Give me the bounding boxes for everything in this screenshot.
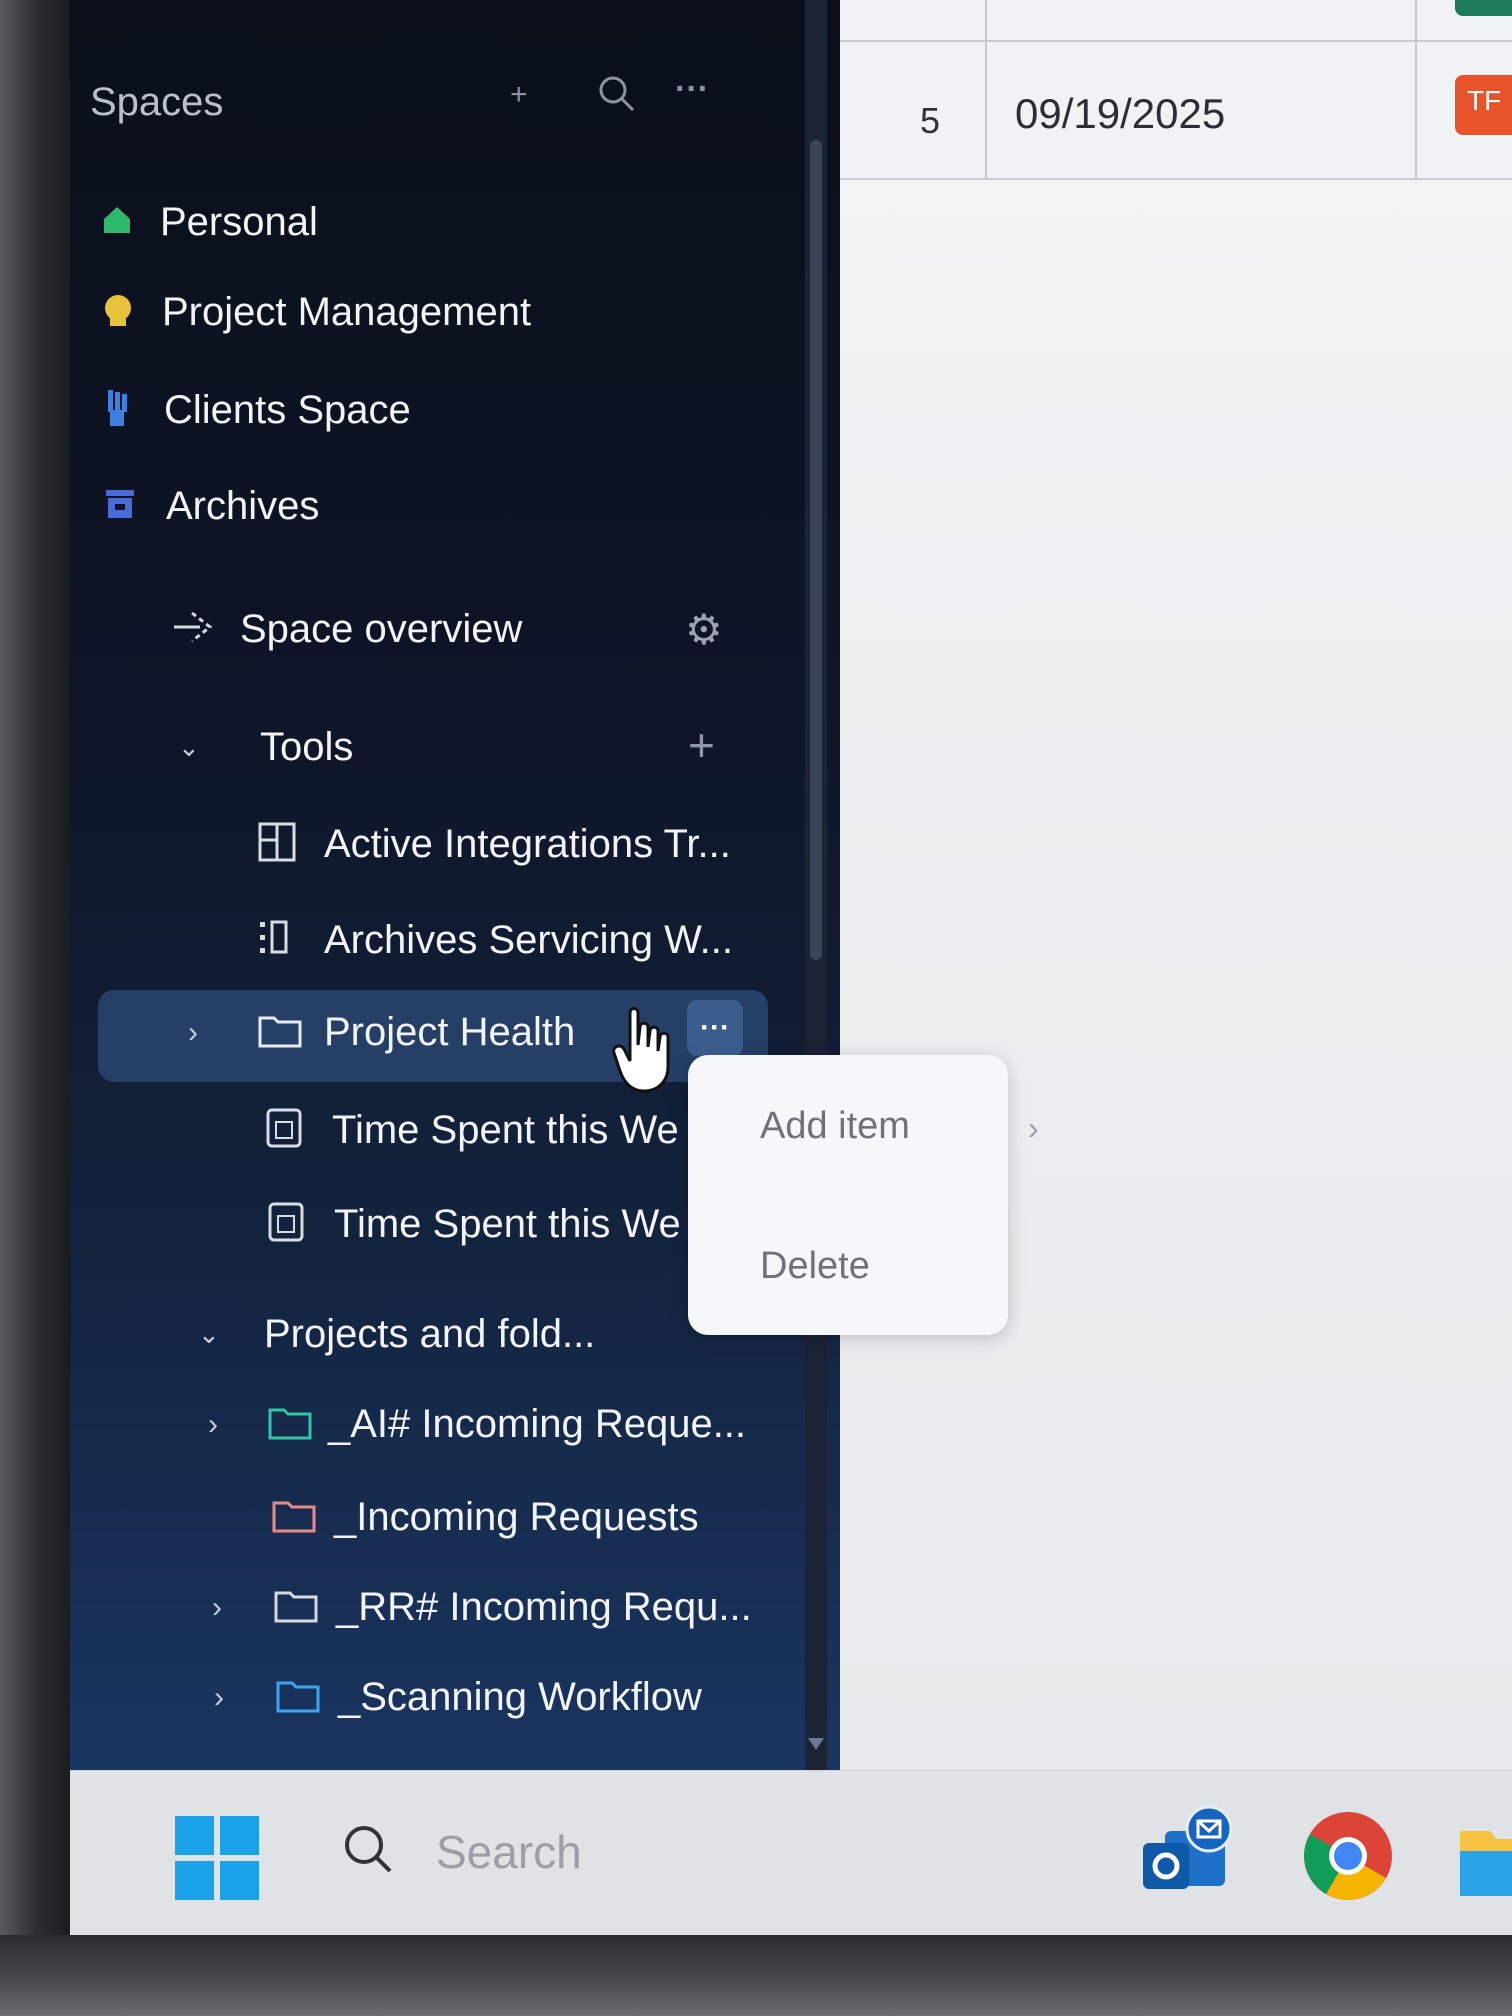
space-item-label: Clients Space bbox=[164, 388, 411, 432]
space-item-project-management[interactable]: Project Management bbox=[100, 290, 531, 335]
tool-item-label: Project Health bbox=[324, 1010, 576, 1054]
monitor-bezel-bottom bbox=[0, 1935, 1512, 2016]
more-options-button[interactable]: ··· bbox=[687, 1000, 743, 1056]
project-item-label: _RR# Incoming Requ... bbox=[336, 1585, 752, 1629]
file-explorer-icon[interactable] bbox=[1460, 1821, 1512, 1906]
windows-start-icon[interactable] bbox=[175, 1816, 259, 1900]
tool-item-active-integrations[interactable]: Active Integrations Tr... bbox=[258, 822, 731, 867]
report-icon bbox=[266, 1108, 332, 1153]
monitor-bezel-left bbox=[0, 0, 70, 2016]
board-icon bbox=[258, 822, 324, 867]
space-item-label: Project Management bbox=[162, 290, 532, 334]
house-icon bbox=[100, 203, 160, 242]
chevron-right-icon: › bbox=[212, 1590, 222, 1624]
taskbar-search[interactable]: Search bbox=[340, 1821, 582, 1882]
space-overview-link[interactable]: Space overview bbox=[170, 605, 522, 654]
project-item-label: _Scanning Workflow bbox=[338, 1675, 702, 1719]
settings-gear-icon[interactable]: ⚙ bbox=[685, 605, 723, 654]
project-item-ai-incoming[interactable]: › _AI# Incoming Reque... bbox=[208, 1402, 746, 1447]
tool-item-label: Archives Servicing W... bbox=[324, 918, 734, 962]
main-content: 5 09/19/2025 TF bbox=[840, 0, 1512, 1770]
project-item-incoming-requests[interactable]: _Incoming Requests bbox=[272, 1495, 699, 1540]
tool-item-time-spent-1[interactable]: Time Spent this We bbox=[266, 1108, 679, 1153]
project-item-rr-incoming[interactable]: › _RR# Incoming Requ... bbox=[212, 1585, 752, 1630]
menu-item-delete[interactable]: Delete bbox=[760, 1245, 870, 1288]
tool-item-time-spent-2[interactable]: Time Spent this We bbox=[268, 1202, 681, 1247]
report-icon bbox=[268, 1202, 334, 1247]
space-item-archives[interactable]: Archives bbox=[104, 484, 319, 529]
outlook-icon[interactable] bbox=[1135, 1801, 1245, 1916]
plus-icon[interactable]: + bbox=[510, 78, 528, 112]
chevron-right-icon: › bbox=[208, 1407, 218, 1441]
search-icon[interactable] bbox=[595, 72, 639, 124]
project-item-label: _AI# Incoming Reque... bbox=[328, 1402, 747, 1446]
tool-item-label: Time Spent this We bbox=[334, 1202, 681, 1246]
screen: 5 09/19/2025 TF Spaces + ··· Personal Pr… bbox=[70, 0, 1512, 1935]
space-overview-icon bbox=[170, 605, 240, 654]
scrollbar-thumb[interactable] bbox=[810, 140, 822, 960]
folder-icon bbox=[272, 1497, 334, 1538]
table-divider bbox=[985, 0, 987, 180]
table-divider bbox=[1415, 0, 1417, 180]
archive-box-icon bbox=[104, 487, 166, 526]
chevron-down-icon: ⌄ bbox=[178, 732, 200, 762]
chevron-right-icon: › bbox=[1028, 1110, 1039, 1146]
sidebar-scrollbar[interactable] bbox=[805, 0, 827, 1770]
assignee-badge[interactable]: TF bbox=[1455, 75, 1512, 135]
project-item-scanning-workflow[interactable]: › _Scanning Workflow bbox=[214, 1675, 702, 1720]
tool-item-label: Active Integrations Tr... bbox=[324, 822, 731, 866]
table-cell-row-number: 5 bbox=[920, 100, 941, 141]
sidebar-title: Spaces bbox=[90, 80, 224, 124]
folder-icon bbox=[258, 1012, 324, 1053]
list-icon bbox=[258, 918, 324, 963]
space-overview-label: Space overview bbox=[240, 607, 523, 651]
tool-item-project-health[interactable]: › Project Health bbox=[188, 1010, 575, 1055]
more-icon[interactable]: ··· bbox=[675, 70, 709, 109]
space-item-personal[interactable]: Personal bbox=[100, 200, 318, 245]
brain-icon bbox=[100, 292, 162, 333]
folder-icon bbox=[276, 1677, 338, 1718]
taskbar: Search bbox=[70, 1770, 1512, 1935]
scroll-down-arrow-icon[interactable] bbox=[808, 1738, 824, 1750]
context-menu: Add item › Delete bbox=[688, 1055, 1039, 1335]
space-item-clients-space[interactable]: Clients Space bbox=[102, 388, 411, 433]
sidebar: Spaces + ··· Personal Project Management… bbox=[70, 0, 840, 1770]
add-tool-plus-icon[interactable]: + bbox=[688, 718, 715, 772]
search-icon bbox=[340, 1821, 396, 1882]
chevron-right-icon: › bbox=[214, 1680, 224, 1714]
chevron-down-icon: ⌄ bbox=[198, 1319, 220, 1349]
space-item-label: Personal bbox=[160, 200, 318, 244]
projects-section-header[interactable]: ⌄ Projects and fold... bbox=[198, 1312, 595, 1357]
menu-item-add-item[interactable]: Add item bbox=[760, 1105, 910, 1148]
chrome-icon[interactable] bbox=[1298, 1806, 1398, 1911]
tool-item-label: Time Spent this We bbox=[332, 1108, 679, 1152]
table-divider bbox=[840, 40, 1512, 42]
tools-label: Tools bbox=[260, 725, 354, 769]
chevron-right-icon: › bbox=[188, 1015, 198, 1049]
tool-item-archives-servicing[interactable]: Archives Servicing W... bbox=[258, 918, 733, 963]
folder-icon bbox=[268, 1404, 328, 1445]
hand-cursor-icon bbox=[610, 1005, 680, 1100]
taskbar-search-placeholder: Search bbox=[436, 1825, 582, 1878]
tools-section-header[interactable]: ⌄ Tools bbox=[178, 725, 353, 770]
projects-label: Projects and fold... bbox=[264, 1312, 596, 1356]
status-badge bbox=[1455, 0, 1512, 16]
hand-icon bbox=[102, 388, 164, 433]
project-item-label: _Incoming Requests bbox=[334, 1495, 699, 1539]
table: 5 09/19/2025 TF bbox=[840, 0, 1512, 180]
folder-icon bbox=[274, 1587, 336, 1628]
table-cell-date[interactable]: 09/19/2025 bbox=[1015, 90, 1225, 138]
space-item-label: Archives bbox=[166, 484, 320, 528]
